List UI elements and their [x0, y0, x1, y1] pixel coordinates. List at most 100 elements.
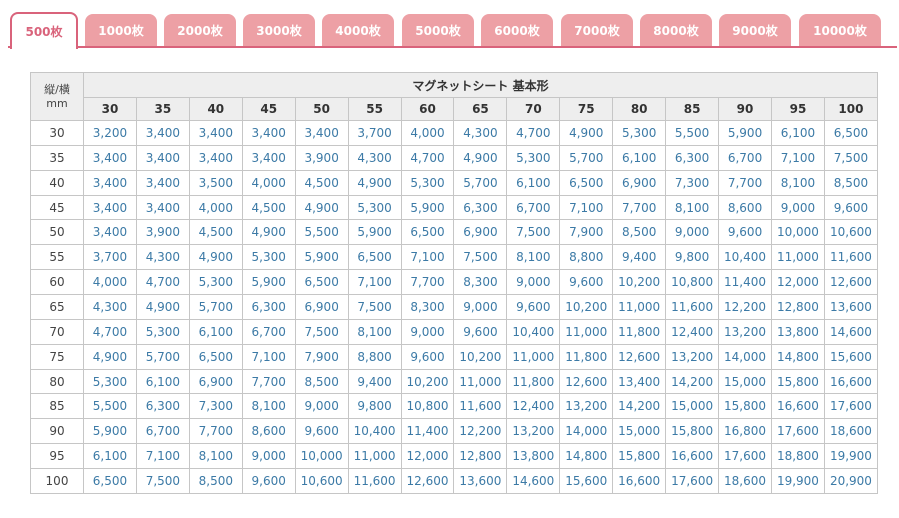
price-cell: 6,500: [400, 219, 455, 246]
price-cell: 7,500: [453, 244, 508, 271]
table-row: 60 4,000 4,700 5,300 5,900 6,500 7,100 7,700 8,3…: [30, 269, 879, 296]
price-cell: 5,700: [559, 144, 614, 171]
price-cell: 3,400: [83, 219, 137, 246]
table-row: 100 6,500 7,500 8,500 9,600 10,600 11,600 12,60…: [30, 468, 879, 494]
price-cell: 11,600: [665, 294, 720, 320]
table-row: 35 3,400 3,400 3,400 3,400 3,900 4,300 4,700 4,9…: [30, 144, 879, 171]
price-cell: 5,300: [612, 120, 667, 146]
price-cell: 8,100: [770, 169, 825, 196]
price-cell: 4,900: [294, 194, 349, 221]
price-cell: 7,900: [559, 219, 614, 246]
price-cell: 10,000: [294, 443, 349, 470]
price-cell: 4,700: [135, 269, 190, 296]
price-cell: 7,100: [241, 343, 296, 370]
tab-quantity-4000[interactable]: 4000枚: [322, 14, 394, 46]
price-cell: 5,900: [294, 244, 349, 271]
table-row: 30 3,200 3,400 3,400 3,400 3,400 3,700 4,000 4,3…: [30, 120, 879, 146]
price-cell: 10,400: [718, 244, 772, 271]
tab-quantity-500[interactable]: 500枚: [10, 12, 78, 49]
price-cell: 5,700: [188, 294, 243, 320]
price-cell: 7,300: [665, 169, 720, 196]
tab-quantity-10000[interactable]: 10000枚: [799, 14, 881, 46]
price-cell: 16,600: [612, 468, 667, 494]
price-cell: 11,800: [506, 368, 561, 395]
price-cell: 12,800: [453, 443, 508, 470]
tab-quantity-5000[interactable]: 5000枚: [402, 14, 474, 46]
price-cell: 13,200: [718, 318, 772, 345]
price-cell: 13,200: [506, 418, 561, 445]
price-cell: 8,500: [823, 169, 879, 196]
tab-quantity-3000[interactable]: 3000枚: [243, 14, 315, 46]
price-cell: 7,500: [347, 294, 402, 320]
price-cell: 10,800: [400, 393, 455, 420]
tab-quantity-8000[interactable]: 8000枚: [640, 14, 712, 46]
price-cell: 20,900: [823, 468, 879, 494]
price-cell: 6,300: [453, 194, 508, 221]
price-cell: 3,400: [188, 144, 243, 171]
price-cell: 9,800: [665, 244, 720, 271]
price-cell: 6,500: [294, 269, 349, 296]
price-cell: 4,500: [294, 169, 349, 196]
tab-quantity-2000[interactable]: 2000枚: [164, 14, 236, 46]
price-cell: 4,000: [241, 169, 296, 196]
price-cell: 6,300: [241, 294, 296, 320]
price-cell: 10,800: [665, 269, 720, 296]
price-cell: 3,700: [83, 244, 137, 271]
price-cell: 9,000: [453, 294, 508, 320]
price-cell: 12,800: [770, 294, 825, 320]
price-cell: 4,900: [83, 343, 137, 370]
row-header-height-95: 95: [30, 443, 84, 470]
price-cell: 6,900: [453, 219, 508, 246]
row-header-height-30: 30: [30, 120, 84, 146]
column-header-width-45: 45: [241, 97, 296, 121]
price-cell: 9,000: [400, 318, 455, 345]
price-cell: 9,000: [665, 219, 720, 246]
price-cell: 11,600: [453, 393, 508, 420]
price-cell: 4,900: [135, 294, 190, 320]
price-cell: 6,700: [241, 318, 296, 345]
price-cell: 13,800: [506, 443, 561, 470]
price-cell: 16,600: [823, 368, 879, 395]
price-cell: 8,600: [241, 418, 296, 445]
tab-quantity-9000[interactable]: 9000枚: [719, 14, 791, 46]
table-row: 70 4,700 5,300 6,100 6,700 7,500 8,100 9,000 9,6…: [30, 318, 879, 345]
price-cell: 11,000: [612, 294, 667, 320]
price-cell: 7,700: [241, 368, 296, 395]
price-cell: 3,200: [83, 120, 137, 146]
price-cell: 6,100: [506, 169, 561, 196]
price-cell: 9,000: [770, 194, 825, 221]
price-cell: 7,100: [559, 194, 614, 221]
price-cell: 6,100: [135, 368, 190, 395]
price-cell: 15,600: [559, 468, 614, 494]
price-cell: 5,300: [506, 144, 561, 171]
table-row: 85 5,500 6,300 7,300 8,100 9,000 9,800 10,800 11…: [30, 393, 879, 420]
price-cell: 8,100: [188, 443, 243, 470]
tab-quantity-6000[interactable]: 6000枚: [481, 14, 553, 46]
price-cell: 7,900: [294, 343, 349, 370]
column-header-width-55: 55: [347, 97, 402, 121]
price-cell: 3,900: [135, 219, 190, 246]
price-cell: 4,900: [241, 219, 296, 246]
price-cell: 9,600: [823, 194, 879, 221]
price-cell: 5,500: [294, 219, 349, 246]
price-cell: 14,000: [718, 343, 772, 370]
price-cell: 5,900: [718, 120, 772, 146]
price-cell: 13,200: [665, 343, 720, 370]
table-row: 95 6,100 7,100 8,100 9,000 10,000 11,000 12,000…: [30, 443, 879, 470]
price-cell: 3,400: [135, 169, 190, 196]
price-cell: 7,100: [135, 443, 190, 470]
row-header-height-75: 75: [30, 343, 84, 370]
price-cell: 9,600: [559, 269, 614, 296]
price-cell: 12,600: [559, 368, 614, 395]
tab-quantity-7000[interactable]: 7000枚: [561, 14, 633, 46]
price-cell: 6,300: [665, 144, 720, 171]
tab-quantity-1000[interactable]: 1000枚: [85, 14, 157, 46]
price-cell: 11,800: [612, 318, 667, 345]
price-cell: 8,100: [665, 194, 720, 221]
corner-header: 縦/横 mm: [30, 72, 84, 121]
price-cell: 11,000: [506, 343, 561, 370]
price-cell: 14,600: [506, 468, 561, 494]
price-cell: 6,700: [135, 418, 190, 445]
price-cell: 12,200: [718, 294, 772, 320]
price-cell: 6,100: [770, 120, 825, 146]
